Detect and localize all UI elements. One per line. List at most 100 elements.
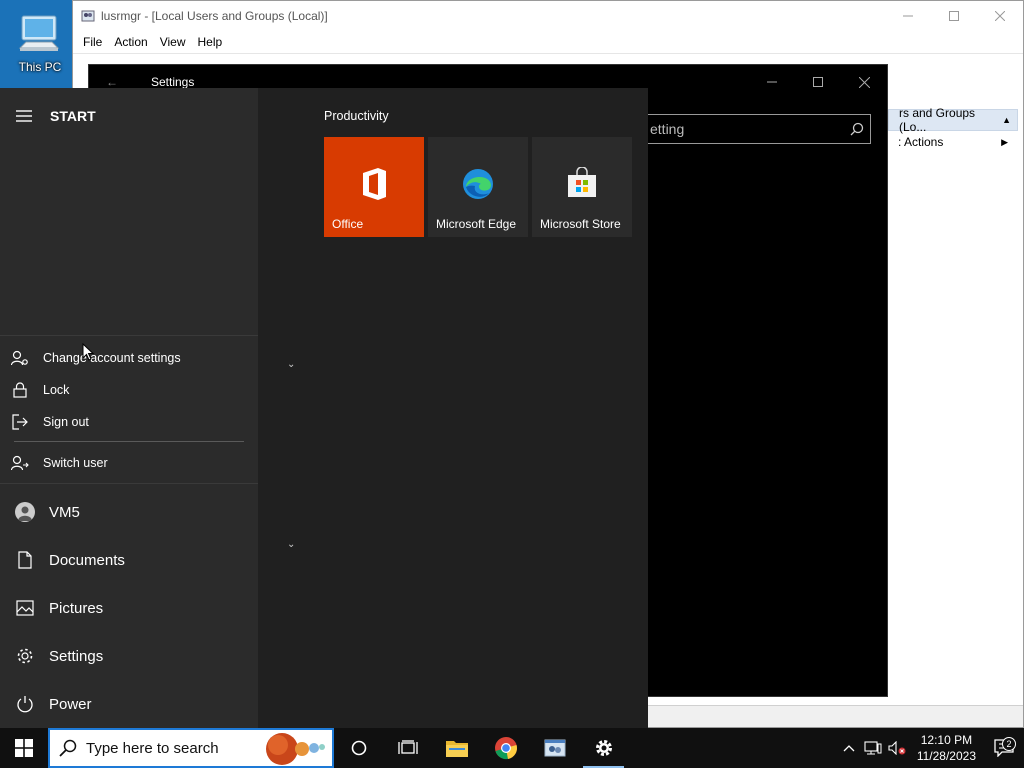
clock-date: 11/28/2023 <box>916 749 976 763</box>
nav-label: VM5 <box>49 503 80 521</box>
clock[interactable]: 12:10 PM 11/28/2023 <box>909 732 984 764</box>
clock-time: 12:10 PM <box>920 733 973 747</box>
users-groups-icon <box>81 10 95 22</box>
chrome-button[interactable] <box>481 728 530 768</box>
edge-icon <box>463 169 493 199</box>
chevron-down-icon[interactable]: ⌄ <box>287 539 295 550</box>
switch-user-icon <box>10 455 29 471</box>
acct-item-label: Switch user <box>43 456 108 470</box>
tile-microsoft-edge[interactable]: Microsoft Edge <box>428 137 528 237</box>
gear-icon <box>17 648 32 664</box>
maximize-icon <box>949 11 959 21</box>
taskbar: Type here to search 12:10 PM 11/28/2023 … <box>0 728 1024 768</box>
taskbar-search-box[interactable]: Type here to search <box>48 728 334 768</box>
lock-icon <box>12 382 27 398</box>
minimize-button[interactable] <box>885 1 931 31</box>
tile-label: Microsoft Edge <box>436 217 517 231</box>
network-button[interactable] <box>861 741 885 755</box>
maximize-button[interactable] <box>931 1 977 31</box>
more-actions-label: : Actions <box>898 135 944 149</box>
desktop-icon-this-pc[interactable]: This PC <box>10 8 70 78</box>
collapse-up-icon: ▲ <box>1002 115 1011 125</box>
actions-header-label: rs and Groups (Lo... <box>899 106 976 134</box>
power-button[interactable]: Power <box>0 682 258 726</box>
start-header-label: START <box>50 108 96 124</box>
start-header[interactable]: START <box>0 104 96 128</box>
menu-view[interactable]: View <box>154 35 192 49</box>
actions-pane: rs and Groups (Lo... ▲ : Actions ▶ <box>888 106 1018 153</box>
settings-maximize-button[interactable] <box>795 65 841 99</box>
account-menu: Change account settings Lock Sign out Sw… <box>0 335 258 484</box>
tile-office[interactable]: Office <box>324 137 424 237</box>
settings-search-input[interactable]: etting <box>641 114 871 144</box>
avatar-icon <box>14 502 35 522</box>
chrome-icon <box>494 737 517 760</box>
document-icon <box>17 551 32 569</box>
file-explorer-button[interactable] <box>432 728 481 768</box>
office-icon <box>363 168 386 200</box>
volume-muted-icon <box>888 741 906 755</box>
person-gear-icon <box>10 350 28 366</box>
cortana-circle-icon <box>351 740 366 756</box>
minimize-icon <box>903 15 913 17</box>
picture-icon <box>15 600 34 616</box>
nav-label: Pictures <box>49 599 104 617</box>
desktop-icon-label: This PC <box>18 60 62 74</box>
chevron-down-icon[interactable]: ⌄ <box>287 359 295 370</box>
windows-logo-icon <box>15 739 33 757</box>
cortana-button[interactable] <box>334 728 383 768</box>
task-view-icon <box>397 740 418 754</box>
search-icon <box>59 739 77 757</box>
actions-pane-header[interactable]: rs and Groups (Lo... ▲ <box>888 106 1018 134</box>
show-hidden-icons-button[interactable] <box>837 744 861 752</box>
volume-button[interactable] <box>885 741 909 755</box>
system-tray: 12:10 PM 11/28/2023 2 <box>837 728 1024 768</box>
close-button[interactable] <box>977 1 1023 31</box>
settings-taskbar-button[interactable] <box>579 728 628 768</box>
lusrmgr-titlebar[interactable]: lusrmgr - [Local Users and Groups (Local… <box>73 1 1023 31</box>
task-view-button[interactable] <box>383 728 432 768</box>
switch-user-item[interactable]: Switch user <box>0 448 258 478</box>
folder-icon <box>445 741 468 757</box>
chevron-up-icon <box>843 745 855 752</box>
acct-item-label: Lock <box>43 383 70 397</box>
settings-button[interactable]: Settings <box>0 634 258 678</box>
tile-microsoft-store[interactable]: Microsoft Store <box>532 137 632 237</box>
more-actions-item[interactable]: : Actions ▶ <box>888 131 1018 153</box>
documents-button[interactable]: Documents <box>0 538 258 582</box>
tile-label: Office <box>332 217 364 231</box>
power-icon <box>16 696 33 713</box>
tile-group-title: Productivity <box>324 109 389 123</box>
menu-file[interactable]: File <box>77 35 108 49</box>
mouse-cursor-icon <box>82 343 94 361</box>
sign-out-icon <box>11 414 28 430</box>
user-account-button[interactable]: VM5 <box>0 490 258 534</box>
maximize-icon <box>813 77 823 87</box>
hamburger-icon <box>16 110 32 122</box>
sign-out-item[interactable]: Sign out <box>0 407 258 437</box>
start-menu: START Change account settings Lock Sign … <box>0 88 648 728</box>
back-arrow-icon[interactable]: ← <box>89 75 135 89</box>
network-icon <box>864 741 882 755</box>
account-menu-divider <box>14 441 244 442</box>
search-highlight-planets-icon <box>266 733 325 765</box>
tile-label: Microsoft Store <box>540 217 621 231</box>
taskbar-search-placeholder: Type here to search <box>86 739 219 757</box>
menu-action[interactable]: Action <box>108 35 153 49</box>
action-center-button[interactable]: 2 <box>984 737 1024 757</box>
nav-label: Settings <box>49 647 104 665</box>
settings-close-button[interactable] <box>841 65 887 99</box>
menu-help[interactable]: Help <box>192 35 229 49</box>
lock-item[interactable]: Lock <box>0 375 258 405</box>
change-account-settings-item[interactable]: Change account settings <box>0 343 258 373</box>
lusrmgr-menubar: File Action View Help <box>73 31 1023 53</box>
minimize-icon <box>767 81 777 83</box>
lusrmgr-taskbar-button[interactable] <box>530 728 579 768</box>
mmc-console-icon <box>544 739 565 757</box>
pictures-button[interactable]: Pictures <box>0 586 258 630</box>
lusrmgr-title: lusrmgr - [Local Users and Groups (Local… <box>101 9 328 23</box>
settings-minimize-button[interactable] <box>749 65 795 99</box>
nav-label: Power <box>49 695 92 713</box>
arrow-right-icon: ▶ <box>1001 136 1008 147</box>
start-button[interactable] <box>0 728 48 768</box>
